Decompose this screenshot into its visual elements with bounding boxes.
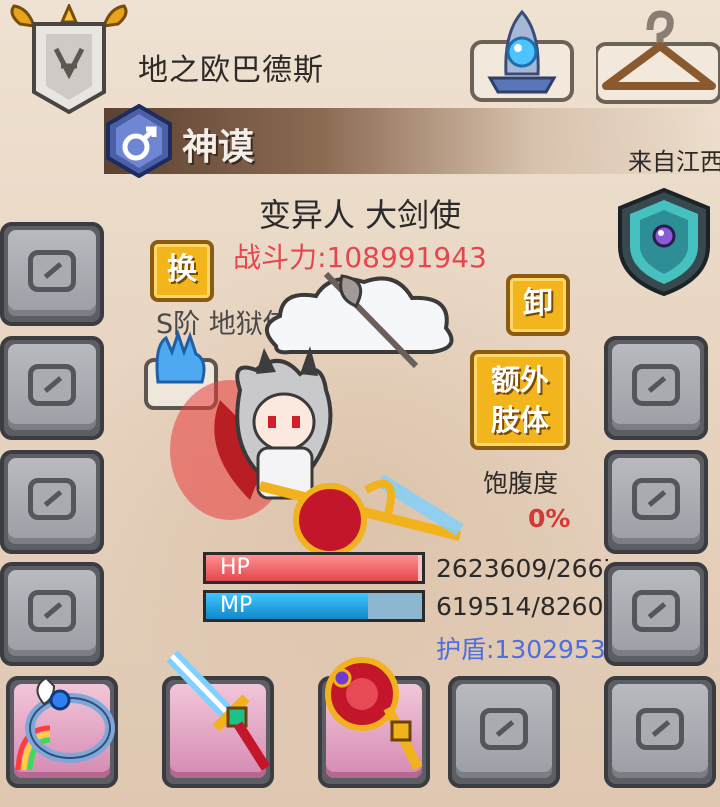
equip-slot-ring[interactable]: [6, 676, 118, 788]
equip-slot-bottom-4[interactable]: [448, 676, 560, 788]
equip-slot-left-3[interactable]: [0, 450, 104, 554]
equip-slot-right-2[interactable]: [604, 450, 708, 554]
class-title: 变异人 大剑使: [258, 196, 462, 234]
equip-slot-right-1[interactable]: [604, 336, 708, 440]
empty-slot-icon: [632, 364, 680, 406]
empty-slot-icon: [28, 250, 76, 292]
empty-slot-icon: [636, 708, 684, 750]
guild-name: 地之欧巴德斯: [138, 53, 324, 88]
rose-staff-icon: [325, 657, 423, 771]
equip-slot-left-2[interactable]: [0, 336, 104, 440]
empty-slot-icon: [28, 364, 76, 406]
equip-slot-right-3[interactable]: [604, 562, 708, 666]
equip-slot-sword[interactable]: [162, 650, 274, 788]
equip-slot-rose-staff[interactable]: [318, 657, 430, 788]
guild-emblem-icon[interactable]: [6, 2, 132, 116]
mp-bar: MP: [203, 590, 425, 622]
character-name: 神谟: [182, 127, 255, 168]
portal-icon[interactable]: [466, 4, 578, 104]
equip-slot-bottom-5[interactable]: [604, 676, 716, 788]
mp-value: 619514/826000: [436, 592, 608, 621]
shield-value: 护盾:1302953: [436, 635, 606, 664]
character-sprite: [160, 330, 490, 630]
equip-slot-left-4[interactable]: [0, 562, 104, 666]
male-gender-icon: [104, 103, 174, 179]
empty-slot-icon: [28, 478, 76, 520]
origin-text: 来自江西: [628, 148, 720, 176]
hanger-icon[interactable]: [594, 4, 720, 104]
empty-slot-icon: [480, 708, 528, 750]
empty-slot-icon: [632, 478, 680, 520]
hp-label: HP: [220, 555, 250, 580]
hp-bar: HP: [203, 552, 425, 584]
unequip-button[interactable]: 卸: [506, 274, 570, 336]
satiety-value: 0%: [528, 504, 571, 533]
equip-slot-left-1[interactable]: [0, 222, 104, 326]
sword-icon: [166, 650, 271, 771]
hp-value: 2623609/2667000: [436, 554, 608, 583]
ring-icon: [15, 676, 115, 771]
satiety-label: 饱腹度: [483, 469, 559, 498]
swap-button[interactable]: 换: [150, 240, 214, 302]
mp-label: MP: [220, 593, 253, 618]
empty-slot-icon: [28, 590, 76, 632]
empty-slot-icon: [632, 590, 680, 632]
